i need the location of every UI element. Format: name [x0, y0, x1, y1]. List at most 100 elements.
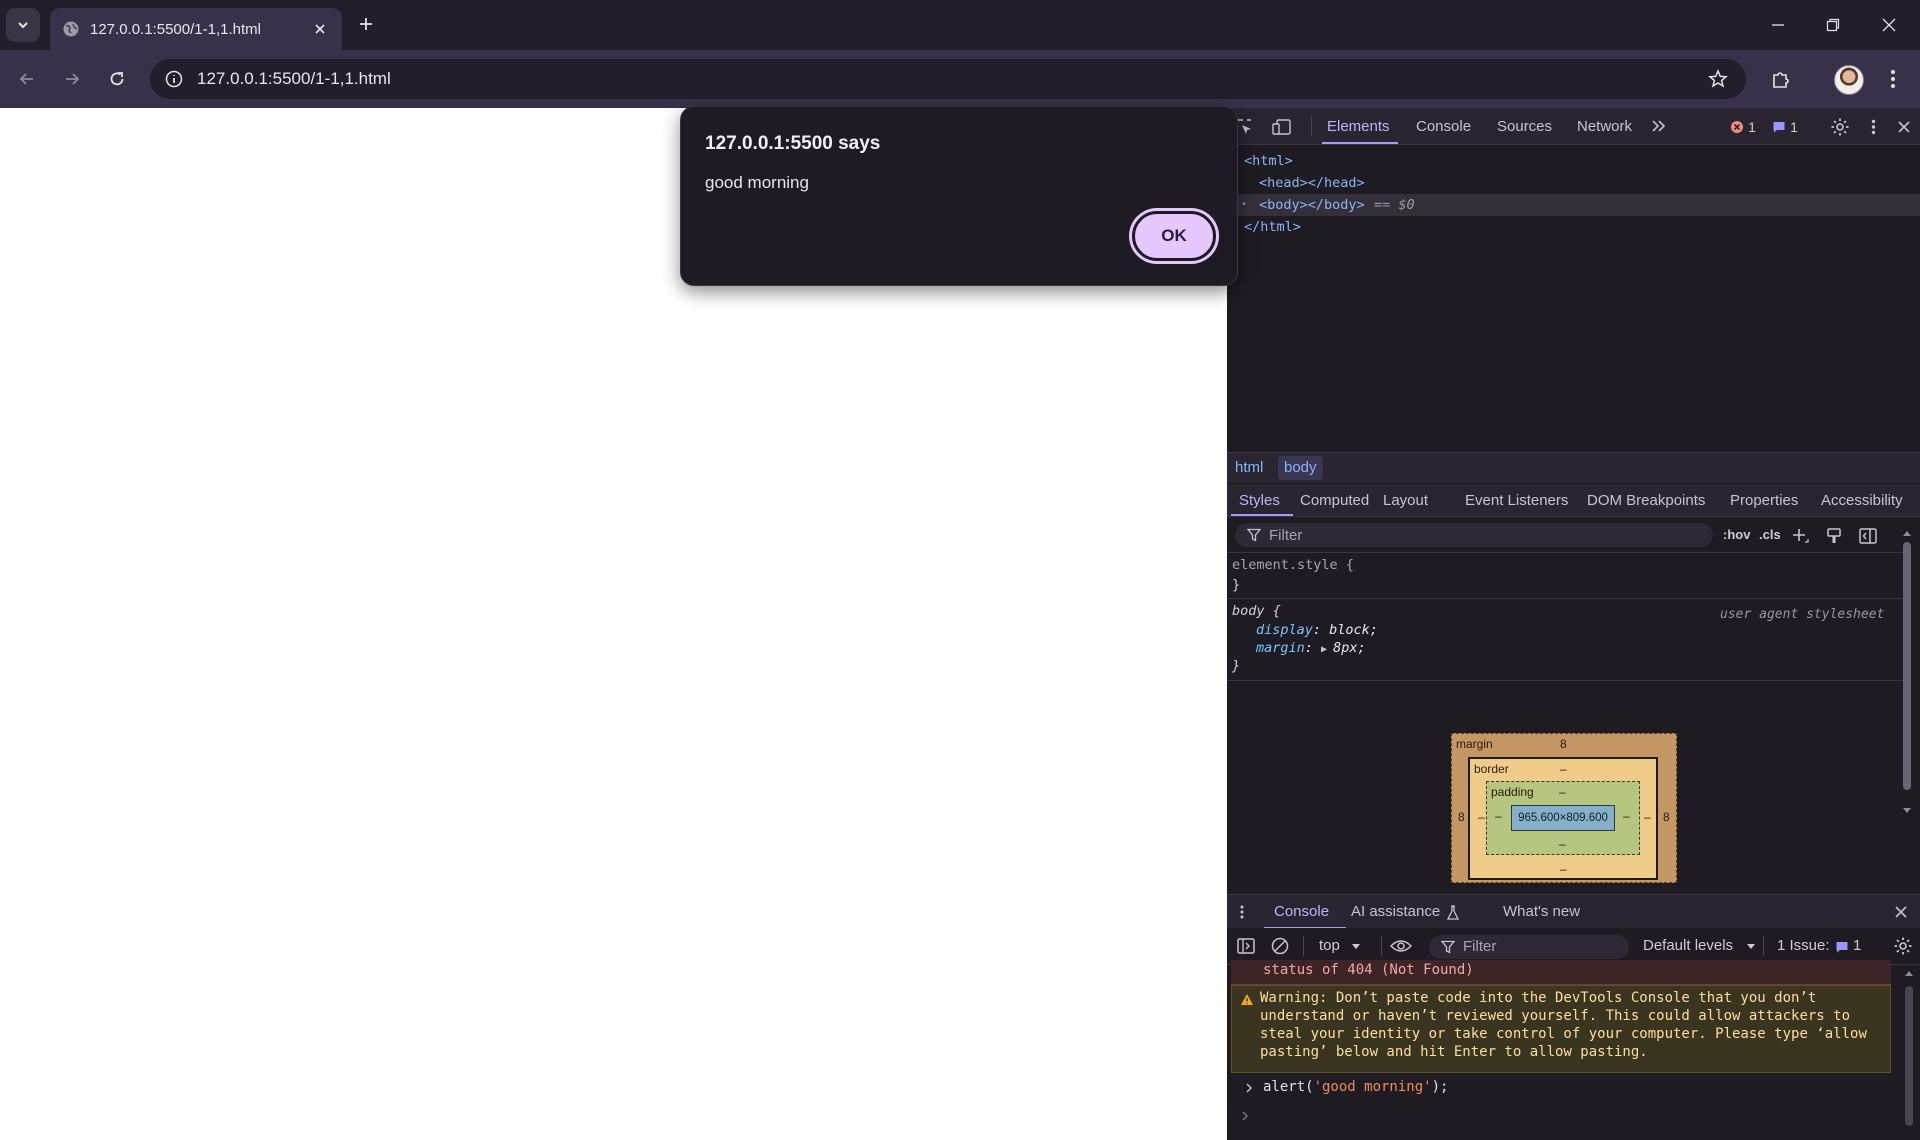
border-right-value: – [1644, 810, 1651, 824]
tab-strip: 127.0.0.1:5500/1-1,1.html [0, 0, 1920, 50]
console-command-entry[interactable]: alert('good morning'); [1231, 1076, 1891, 1100]
body-rule-selector[interactable]: body { [1232, 603, 1281, 619]
tab-sources[interactable]: Sources [1497, 118, 1552, 135]
element-style-selector[interactable]: element.style { [1232, 557, 1354, 573]
back-button[interactable] [10, 62, 44, 96]
tab-elements[interactable]: Elements [1327, 118, 1390, 135]
tab-accessibility[interactable]: Accessibility [1821, 492, 1903, 509]
divider [1227, 552, 1907, 553]
extensions-button[interactable] [1764, 62, 1798, 96]
minimize-button[interactable] [1755, 8, 1801, 42]
log-levels-dropdown[interactable]: Default levels [1643, 928, 1755, 964]
console-warning-message: Warning: Don’t paste code into the DevTo… [1231, 985, 1891, 1073]
drawer-tab-whats-new[interactable]: What's new [1503, 903, 1580, 920]
tab-dom-breakpoints[interactable]: DOM Breakpoints [1587, 492, 1705, 509]
double-chevron-right-icon [1652, 120, 1666, 132]
drawer-tab-ai-assistance[interactable]: AI assistance [1351, 903, 1440, 920]
box-model-diagram: margin 8 8 8 8 border – – – – padding – … [1451, 733, 1677, 883]
site-info-button[interactable] [160, 65, 188, 93]
sidebar-icon [1237, 938, 1255, 954]
styles-scrollbar[interactable] [1899, 528, 1915, 818]
block-icon [1271, 937, 1289, 955]
hov-toggle[interactable]: :hov [1723, 527, 1750, 542]
css-property-value: 8px; [1333, 640, 1366, 656]
restore-button[interactable] [1810, 8, 1856, 42]
dom-head: <head></head> [1259, 175, 1365, 191]
tab-event-listeners[interactable]: Event Listeners [1465, 492, 1568, 509]
tab-styles[interactable]: Styles [1239, 492, 1280, 509]
tab-title: 127.0.0.1:5500/1-1,1.html [90, 21, 261, 38]
dom-body: <body></body> [1259, 197, 1365, 213]
console-prompt-input[interactable] [1231, 1104, 1891, 1128]
scroll-thumb[interactable] [1905, 986, 1913, 1126]
close-window-button[interactable] [1866, 8, 1912, 42]
dom-body-ref: == $0 [1374, 197, 1415, 213]
tab-search-button[interactable] [6, 8, 40, 42]
cls-toggle[interactable]: .cls [1759, 527, 1781, 542]
breadcrumb-html[interactable]: html [1229, 459, 1269, 483]
expand-triangle-icon[interactable]: ▶ [1321, 644, 1333, 655]
tab-layout[interactable]: Layout [1383, 492, 1428, 509]
drawer-menu-button[interactable] [1235, 901, 1249, 923]
more-tabs-button[interactable] [1649, 116, 1669, 136]
close-devtools-button[interactable] [1892, 115, 1916, 139]
browser-tab[interactable]: 127.0.0.1:5500/1-1,1.html [50, 8, 342, 50]
kebab-menu-icon [1871, 119, 1875, 135]
clear-console-button[interactable] [1269, 936, 1291, 956]
breadcrumb-body[interactable]: body [1278, 456, 1323, 480]
command-text: alert('good morning'); [1263, 1079, 1448, 1095]
devtools-menu-button[interactable] [1863, 115, 1883, 139]
forward-button[interactable] [55, 62, 89, 96]
arrow-left-icon [19, 73, 33, 85]
drawer-tab-console[interactable]: Console [1274, 903, 1329, 920]
warning-line: steal your identity or take control of y… [1260, 1026, 1867, 1042]
dom-node-html-close[interactable]: </html> [1227, 216, 1920, 238]
scroll-up-arrow-icon [1905, 971, 1913, 976]
dom-node-body[interactable]: • <body></body> == $0 [1227, 194, 1920, 216]
bookmark-button[interactable] [1704, 65, 1732, 93]
chevron-right-icon [1246, 1083, 1252, 1093]
css-property-margin[interactable]: margin: ▶ 8px; [1256, 640, 1366, 656]
css-property-value: block; [1329, 622, 1378, 638]
dom-node-head[interactable]: <head></head> [1227, 172, 1920, 194]
dom-node-html[interactable]: <html> [1227, 150, 1920, 172]
console-scrollbar[interactable] [1901, 964, 1917, 1140]
context-selector[interactable]: top [1319, 928, 1379, 964]
console-settings-button[interactable] [1891, 935, 1915, 957]
console-sidebar-button[interactable] [1235, 936, 1257, 956]
element-style-close: } [1232, 577, 1241, 593]
ok-button[interactable]: OK [1132, 211, 1216, 261]
tab-computed[interactable]: Computed [1300, 492, 1369, 509]
url-text[interactable]: 127.0.0.1:5500/1-1,1.html [197, 69, 391, 89]
devtools-settings-button[interactable] [1828, 115, 1852, 139]
divider [1227, 680, 1907, 681]
device-toolbar-button[interactable] [1271, 116, 1293, 138]
scroll-thumb[interactable] [1903, 542, 1911, 790]
dom-html-open: <html> [1244, 153, 1293, 169]
close-drawer-button[interactable] [1890, 901, 1912, 923]
divider [1227, 598, 1907, 599]
profile-avatar[interactable] [1834, 65, 1864, 95]
rendering-emulation-button[interactable] [1823, 525, 1845, 547]
new-style-rule-button[interactable] [1789, 525, 1811, 547]
tab-close-button[interactable] [308, 17, 332, 41]
address-bar[interactable]: 127.0.0.1:5500/1-1,1.html [150, 59, 1746, 99]
restore-icon [1826, 18, 1840, 32]
live-expression-button[interactable] [1387, 936, 1415, 956]
tab-properties[interactable]: Properties [1730, 492, 1798, 509]
tab-network[interactable]: Network [1577, 118, 1632, 135]
css-property-display[interactable]: display: block; [1256, 622, 1378, 638]
message-counter[interactable]: 1 [1765, 118, 1805, 136]
issues-counter[interactable]: 1 Issue: 1 [1777, 928, 1873, 964]
styles-filter-input[interactable]: Filter [1235, 523, 1713, 547]
new-tab-button[interactable] [352, 10, 380, 38]
reload-button[interactable] [100, 62, 134, 96]
toggle-sidebar-button[interactable] [1857, 525, 1879, 547]
error-counter[interactable]: 1 [1723, 118, 1763, 136]
box-model-content[interactable]: 965.600×809.600 [1511, 805, 1615, 831]
browser-menu-button[interactable] [1876, 62, 1910, 96]
tab-console[interactable]: Console [1416, 118, 1471, 135]
chevron-right-icon [1242, 1111, 1248, 1121]
devtools-tabbar: Elements Console Sources Network 1 1 [1227, 108, 1920, 145]
console-filter-input[interactable]: Filter [1429, 935, 1629, 959]
